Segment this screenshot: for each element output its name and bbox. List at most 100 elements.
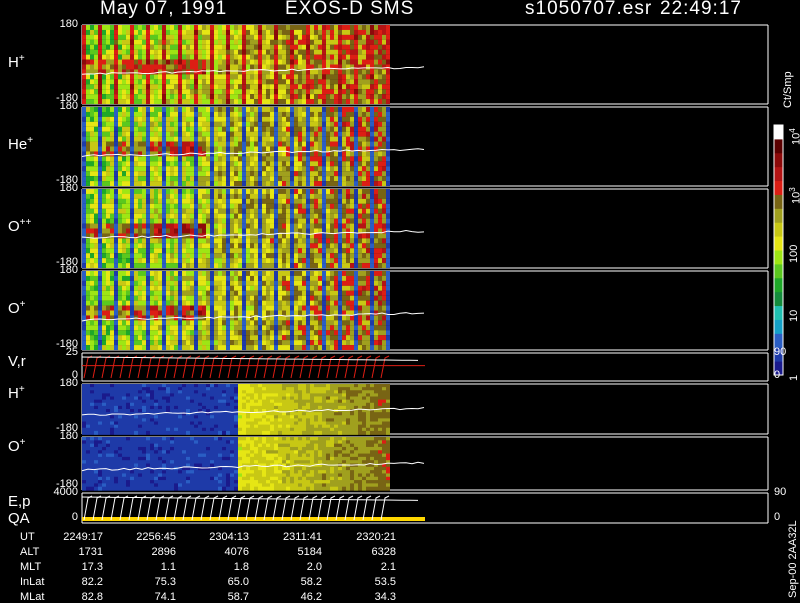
heatmap-cell: [382, 320, 386, 325]
heatmap-cell: [130, 142, 134, 147]
heatmap-cell: [250, 320, 254, 325]
heatmap-cell: [166, 281, 170, 286]
heatmap-cell: [118, 199, 122, 204]
heatmap-cell: [290, 263, 294, 268]
heatmap-cell: [186, 132, 190, 137]
heatmap-cell: [230, 30, 234, 35]
heatmap-cell: [218, 219, 222, 224]
heatmap-cell: [218, 340, 222, 345]
heatmap-cell: [170, 25, 174, 30]
heatmap-cell: [262, 55, 266, 60]
heatmap-cell: [150, 301, 154, 306]
heatmap-cell: [278, 25, 282, 30]
heatmap-cell: [262, 30, 266, 35]
heatmap-cell: [190, 35, 194, 40]
heatmap-cell: [254, 243, 258, 248]
heatmap-cell: [122, 112, 126, 117]
heatmap-cell: [382, 204, 386, 209]
heatmap-cell: [118, 301, 122, 306]
heatmap-cell: [142, 112, 146, 117]
heatmap-cell: [214, 94, 218, 99]
heatmap-cell: [106, 281, 110, 286]
heatmap-cell: [130, 132, 134, 137]
heatmap-cell: [362, 25, 366, 30]
heatmap-cell: [378, 286, 382, 291]
heatmap-cell: [370, 40, 374, 45]
heatmap-cell: [206, 30, 210, 35]
heatmap-cell: [122, 35, 126, 40]
heatmap-cell: [178, 107, 182, 112]
heatmap-cell: [114, 107, 118, 112]
heatmap-cell: [210, 330, 214, 335]
heatmap-cell: [354, 132, 358, 137]
heatmap-cell: [174, 25, 178, 30]
heatmap-cell: [218, 112, 222, 117]
heatmap-cell: [322, 330, 326, 335]
heatmap-cell: [186, 306, 190, 311]
heatmap-cell: [166, 25, 170, 30]
heatmap-cell: [322, 233, 326, 238]
heatmap-cell: [294, 199, 298, 204]
heatmap-cell: [286, 132, 290, 137]
heatmap-cell: [294, 345, 298, 350]
heatmap-cell: [318, 194, 322, 199]
heatmap-cell: [358, 156, 362, 161]
heatmap-cell: [290, 224, 294, 229]
heatmap-cell: [382, 271, 386, 276]
heatmap-cell: [262, 65, 266, 70]
heatmap-cell: [358, 271, 362, 276]
heatmap-cell: [246, 238, 250, 243]
heatmap-cell: [150, 40, 154, 45]
heatmap-cell: [142, 311, 146, 316]
heatmap-cell: [146, 263, 150, 268]
heatmap-cell: [118, 189, 122, 194]
heatmap-cell: [278, 263, 282, 268]
heatmap-cell: [178, 291, 182, 296]
heatmap-cell: [202, 171, 206, 176]
heatmap-cell: [170, 214, 174, 219]
heatmap-cell: [94, 84, 98, 89]
heatmap-cell: [110, 117, 114, 122]
heatmap-cell: [110, 25, 114, 30]
heatmap-cell: [202, 166, 206, 171]
heatmap-cell: [366, 335, 370, 340]
heatmap-cell: [186, 189, 190, 194]
heatmap-cell: [106, 243, 110, 248]
heatmap-cell: [238, 127, 242, 132]
heatmap-cell: [98, 30, 102, 35]
heatmap-cell: [106, 99, 110, 104]
heatmap-cell: [166, 243, 170, 248]
heatmap-cell: [170, 112, 174, 117]
heatmap-cell: [206, 142, 210, 147]
heatmap-cell: [350, 142, 354, 147]
heatmap-cell: [162, 60, 166, 65]
heatmap-cell: [86, 286, 90, 291]
heatmap-cell: [102, 238, 106, 243]
heatmap-cell: [82, 286, 86, 291]
heatmap-cell: [374, 35, 378, 40]
heatmap-cell: [114, 194, 118, 199]
heatmap-cell: [126, 117, 130, 122]
heatmap-cell: [134, 25, 138, 30]
heatmap-cell: [290, 248, 294, 253]
heatmap-cell: [354, 306, 358, 311]
heatmap-cell: [206, 137, 210, 142]
heatmap-cell: [202, 271, 206, 276]
heatmap-cell: [158, 276, 162, 281]
heatmap-cell: [266, 84, 270, 89]
heatmap-cell: [186, 181, 190, 186]
heatmap-cell: [278, 199, 282, 204]
heatmap-cell: [362, 243, 366, 248]
heatmap-cell: [102, 171, 106, 176]
heatmap-cell: [350, 345, 354, 350]
heatmap-cell: [330, 248, 334, 253]
heatmap-cell: [290, 45, 294, 50]
heatmap-cell: [330, 25, 334, 30]
heatmap-cell: [370, 45, 374, 50]
heatmap-cell: [226, 45, 230, 50]
heatmap-cell: [246, 156, 250, 161]
heatmap-cell: [298, 122, 302, 127]
heatmap-cell: [230, 233, 234, 238]
heatmap-cell: [162, 74, 166, 79]
heatmap-cell: [330, 132, 334, 137]
